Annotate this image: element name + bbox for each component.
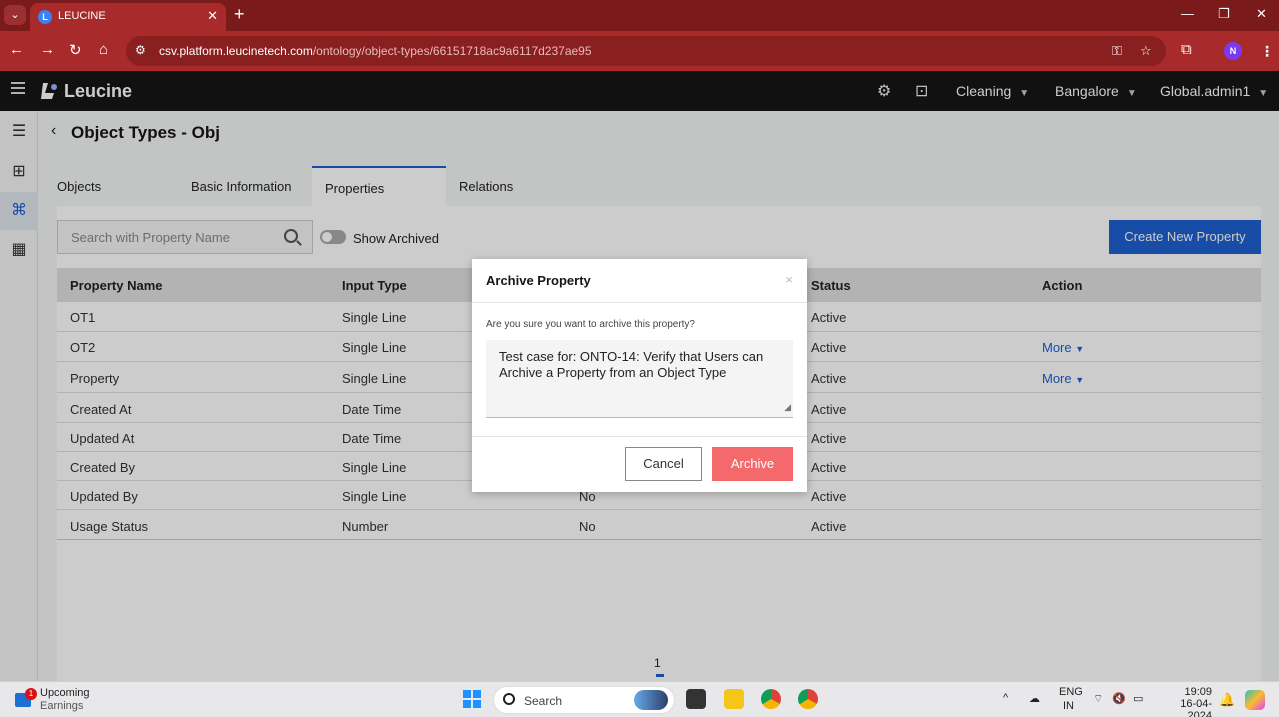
browser-menu-icon[interactable]: ⋮ <box>1260 43 1274 60</box>
browser-tab[interactable]: L LEUCINE ✕ <box>30 3 226 31</box>
file-explorer-icon[interactable] <box>724 689 744 709</box>
close-tab-icon[interactable]: ✕ <box>207 8 218 24</box>
onedrive-cloud-icon[interactable]: ☁ <box>1029 692 1040 705</box>
browser-tab-bar: ⌄ L LEUCINE ✕ + — ❐ ✕ <box>0 0 1279 31</box>
resize-handle-icon[interactable]: ◢ <box>784 399 791 415</box>
clock-time: 19:09 <box>1184 686 1212 698</box>
battery-icon[interactable]: ▭ <box>1133 692 1143 705</box>
new-tab-icon[interactable]: + <box>234 4 245 25</box>
show-hidden-icons-icon[interactable]: ^ <box>1003 692 1008 704</box>
dialog-footer-divider <box>472 436 807 437</box>
windows-start-icon[interactable] <box>463 690 481 708</box>
os-taskbar: 1 Upcoming Earnings Search ^ ☁ ENG IN ⌔ … <box>0 681 1279 717</box>
maximize-icon[interactable]: ❐ <box>1218 6 1230 22</box>
password-key-icon[interactable]: ⚿ <box>1112 43 1122 59</box>
address-bar[interactable]: ⚙ csv.platform.leucinetech.com/ontology/… <box>126 36 1166 66</box>
widget-subtitle[interactable]: Earnings <box>40 700 83 712</box>
widget-title[interactable]: Upcoming <box>40 687 90 699</box>
archive-reason-text: Test case for: ONTO-14: Verify that User… <box>499 349 764 380</box>
back-icon[interactable]: ← <box>9 41 24 58</box>
extensions-icon[interactable]: ⧉ <box>1181 41 1192 58</box>
browser-toolbar: ← → ↻ ⌂ ⚙ csv.platform.leucinetech.com/o… <box>0 31 1279 71</box>
chrome-profile-icon[interactable] <box>798 689 818 709</box>
notification-bell-icon[interactable]: 🔔 <box>1219 692 1235 708</box>
archive-property-dialog: Archive Property × Are you sure you want… <box>472 259 807 492</box>
leucine-favicon-icon: L <box>38 10 52 24</box>
language-indicator-line2[interactable]: IN <box>1063 700 1074 712</box>
archive-reason-textarea[interactable]: Test case for: ONTO-14: Verify that User… <box>486 340 793 418</box>
dialog-question: Are you sure you want to archive this pr… <box>486 319 695 330</box>
dialog-divider <box>472 302 807 303</box>
taskbar-search-label: Search <box>524 694 563 708</box>
chrome-icon[interactable] <box>761 689 781 709</box>
home-icon[interactable]: ⌂ <box>99 41 108 58</box>
profile-avatar[interactable]: N <box>1224 42 1242 60</box>
search-icon <box>503 693 515 705</box>
url-text[interactable]: csv.platform.leucinetech.com/ontology/ob… <box>159 44 592 58</box>
volume-muted-icon[interactable]: 🔇 <box>1112 692 1126 705</box>
taskbar-search-box[interactable]: Search <box>493 686 675 714</box>
close-window-icon[interactable]: ✕ <box>1256 6 1267 22</box>
close-icon[interactable]: × <box>785 272 793 287</box>
tab-search-button[interactable]: ⌄ <box>4 5 26 25</box>
dialog-title: Archive Property <box>486 273 591 288</box>
forward-icon[interactable]: → <box>40 41 55 58</box>
task-view-icon[interactable] <box>686 689 706 709</box>
wifi-icon[interactable]: ⌔ <box>1093 692 1103 706</box>
language-indicator-line1[interactable]: ENG <box>1059 686 1083 698</box>
clock[interactable]: 19:09 16-04-2024 <box>1160 686 1212 717</box>
reload-icon[interactable]: ↻ <box>69 41 82 59</box>
notification-badge: 1 <box>25 688 37 700</box>
bookmark-star-icon[interactable]: ☆ <box>1140 43 1152 59</box>
archive-button[interactable]: Archive <box>712 447 793 481</box>
widgets-button[interactable]: 1 <box>15 687 37 709</box>
minimize-icon[interactable]: — <box>1181 6 1194 21</box>
tab-title: LEUCINE <box>58 10 106 22</box>
cancel-button[interactable]: Cancel <box>625 447 702 481</box>
clock-date: 16-04-2024 <box>1180 698 1212 717</box>
copilot-icon[interactable] <box>1245 690 1265 710</box>
site-info-icon[interactable]: ⚙ <box>135 43 146 57</box>
search-highlight-image <box>634 690 668 710</box>
